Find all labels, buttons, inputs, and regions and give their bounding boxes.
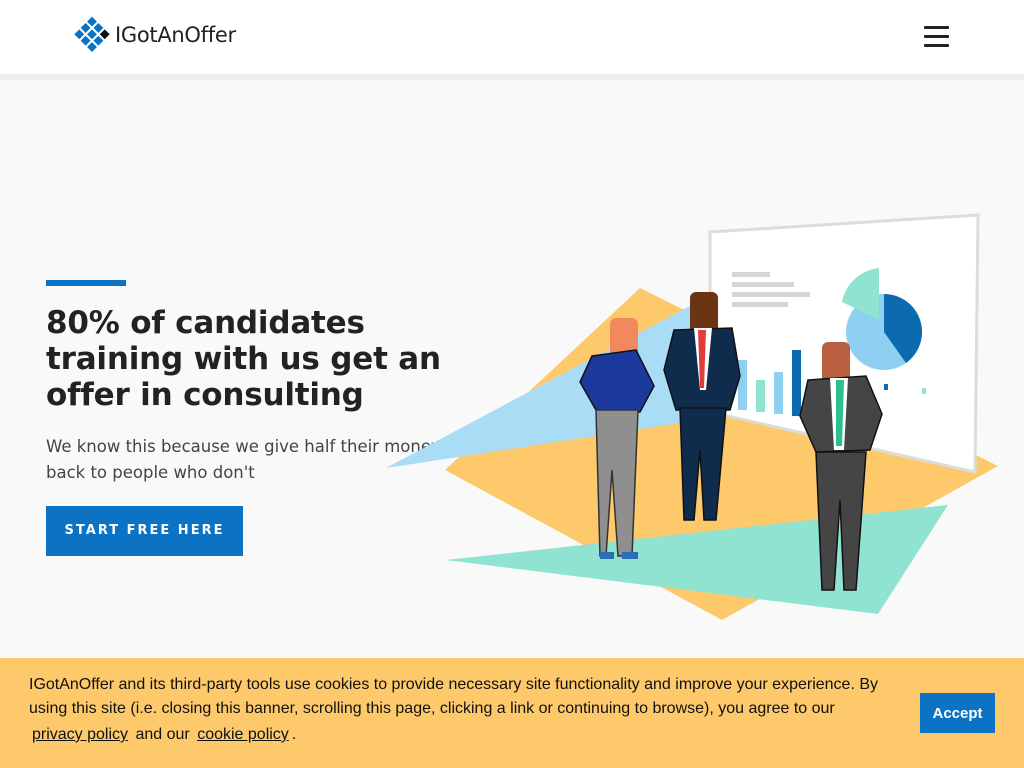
diamond-grid-logo-icon xyxy=(74,16,110,52)
menu-line xyxy=(924,44,949,47)
title-accent-bar xyxy=(46,280,126,286)
board-text-line xyxy=(732,302,788,307)
cookie-end-punct: . xyxy=(291,726,297,743)
board-text-line xyxy=(732,272,770,277)
accept-cookies-button[interactable]: Accept xyxy=(920,693,995,733)
board-bar xyxy=(738,360,747,410)
menu-line xyxy=(924,35,949,38)
logo-text: IGotAnOffer xyxy=(115,23,236,47)
menu-line xyxy=(924,26,949,29)
start-free-button[interactable]: START FREE HERE xyxy=(46,506,243,556)
board-text-line xyxy=(732,282,794,287)
board-bar xyxy=(884,384,888,390)
logo[interactable]: IGotAnOffer xyxy=(73,16,236,54)
consultants-presentation-illustration xyxy=(386,213,998,620)
cookie-banner-links: privacy policy and our cookie policy. xyxy=(29,724,296,746)
board-text-line xyxy=(732,292,810,297)
hamburger-menu-icon[interactable] xyxy=(920,22,952,52)
board-bar xyxy=(756,380,765,412)
board-bar xyxy=(774,372,783,414)
cookie-policy-link[interactable]: cookie policy xyxy=(197,726,289,743)
site-header: IGotAnOffer xyxy=(0,0,1024,74)
header-divider xyxy=(0,74,1024,80)
cookie-banner: IGotAnOffer and its third-party tools us… xyxy=(0,658,1024,768)
cookie-banner-text: IGotAnOffer and its third-party tools us… xyxy=(29,676,879,717)
cookie-and-text: and our xyxy=(135,726,190,743)
board-bar xyxy=(792,350,801,416)
board-bar xyxy=(922,388,926,394)
privacy-policy-link[interactable]: privacy policy xyxy=(32,726,128,743)
